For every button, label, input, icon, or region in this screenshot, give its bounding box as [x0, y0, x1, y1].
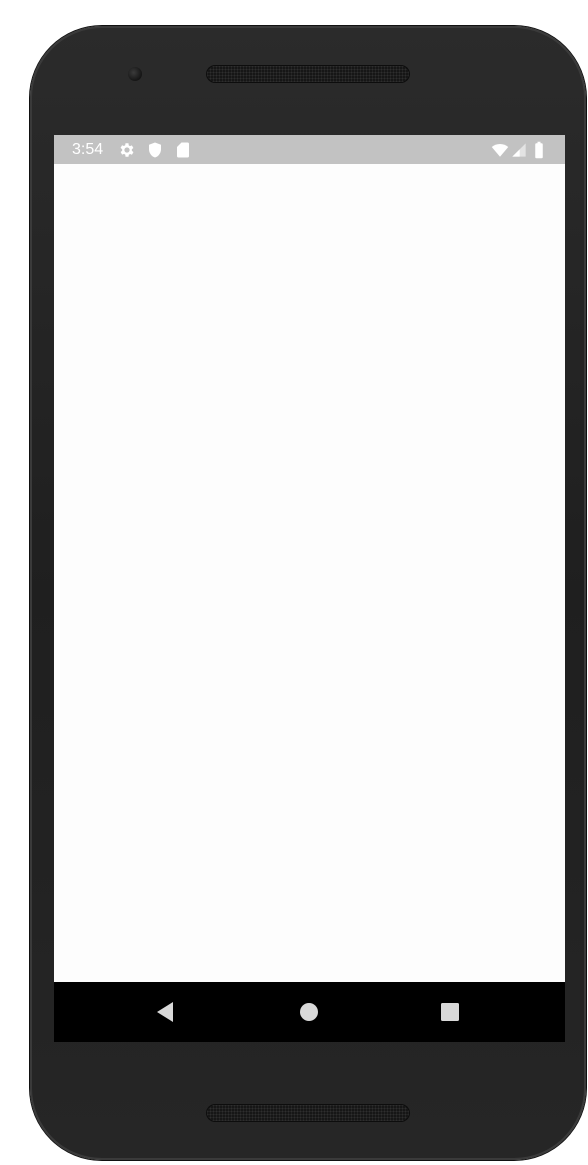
- navigation-bar: [54, 982, 565, 1042]
- earpiece-speaker: [206, 65, 410, 83]
- app-content-area: [54, 164, 565, 982]
- device-screen: 3:54: [54, 135, 565, 1042]
- settings-gear-icon: [118, 141, 136, 159]
- status-time: 3:54: [72, 141, 104, 158]
- battery-icon: [532, 141, 546, 159]
- front-camera: [128, 67, 142, 81]
- status-bar: 3:54: [54, 135, 565, 164]
- back-icon[interactable]: [153, 1000, 177, 1024]
- wifi-icon: [490, 141, 510, 159]
- sd-card-icon: [174, 141, 192, 159]
- home-icon[interactable]: [297, 1000, 321, 1024]
- recents-icon[interactable]: [438, 1000, 462, 1024]
- phone-frame: 3:54: [30, 26, 586, 1160]
- bottom-speaker: [206, 1104, 410, 1122]
- shield-icon: [146, 141, 164, 159]
- cell-signal-icon: [511, 141, 527, 159]
